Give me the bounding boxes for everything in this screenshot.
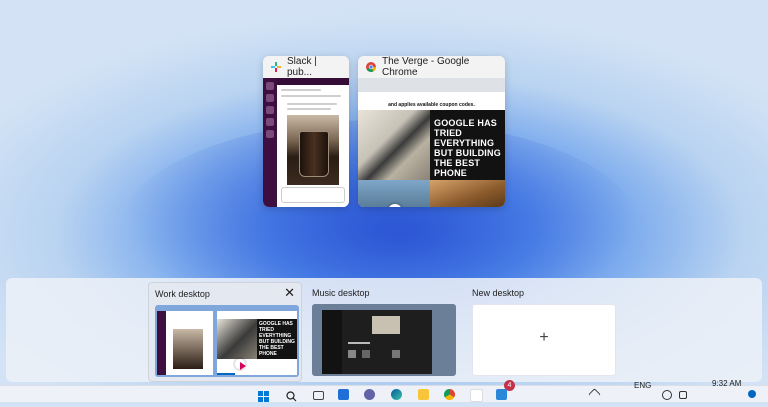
- desktop-label: New desktop: [472, 288, 525, 298]
- slack-window-titlebar: Slack | pub...: [263, 56, 349, 78]
- chrome-window-preview: and applies available coupon codes. GOOG…: [358, 78, 505, 207]
- slack-icon: [271, 62, 281, 72]
- verge-headline: GOOGLE HAS TRIED EVERYTHING BUT BUILDING…: [434, 118, 501, 178]
- app-icon[interactable]: [496, 389, 507, 400]
- plus-icon: +: [539, 329, 549, 346]
- taskbar: 4 ENG 9:32 AM: [0, 379, 768, 402]
- video-thumbnail: [358, 180, 430, 207]
- slack-workspace-sidebar: [263, 78, 277, 207]
- desktop-label: Music desktop: [312, 288, 370, 298]
- play-icon: [235, 359, 246, 370]
- chrome-tab-strip: [358, 78, 505, 92]
- chrome-icon: [366, 62, 376, 72]
- wifi-icon[interactable]: [662, 390, 672, 400]
- desktop-music-preview: [312, 304, 456, 376]
- verge-headline-block: GOOGLE HAS TRIED EVERYTHING BUT BUILDING…: [430, 110, 505, 180]
- edge-icon[interactable]: [391, 389, 402, 400]
- virtual-desktops-strip: Work desktop ✕ GOOGLE HAS TRIED EVERYTHI…: [6, 278, 762, 382]
- notification-center-icon[interactable]: [748, 390, 756, 398]
- task-view-icon[interactable]: [313, 391, 324, 400]
- clock-time[interactable]: 9:32 AM: [712, 379, 741, 388]
- widgets-icon[interactable]: [338, 389, 349, 400]
- desktop-work[interactable]: Work desktop ✕ GOOGLE HAS TRIED EVERYTHI…: [148, 282, 302, 382]
- windows-start-icon[interactable]: [258, 389, 269, 402]
- volume-icon[interactable]: [679, 391, 687, 399]
- slack-window-preview: [263, 78, 349, 207]
- french-press-image: [299, 131, 329, 177]
- chrome-icon[interactable]: [444, 389, 455, 400]
- teams-icon[interactable]: [364, 389, 375, 400]
- file-explorer-icon[interactable]: [418, 389, 429, 400]
- slack-channel: [277, 85, 349, 207]
- chevron-up-icon[interactable]: [588, 388, 601, 401]
- slack-window-title: Slack | pub...: [287, 56, 317, 78]
- new-desktop-button[interactable]: +: [472, 304, 616, 376]
- desktop-music[interactable]: Music desktop: [306, 282, 458, 380]
- slack-message-input: [281, 187, 345, 203]
- slack-icon[interactable]: [470, 389, 483, 402]
- desktop-work-headline: GOOGLE HAS TRIED EVERYTHING BUT BUILDING…: [257, 319, 297, 359]
- chrome-window[interactable]: The Verge - Google Chrome and applies av…: [358, 56, 505, 207]
- slack-top-bar: [277, 78, 349, 85]
- language-indicator[interactable]: ENG: [634, 381, 651, 390]
- search-icon[interactable]: [286, 389, 297, 402]
- desktop-label: Work desktop: [155, 289, 210, 299]
- desktop-work-preview: GOOGLE HAS TRIED EVERYTHING BUT BUILDING…: [155, 305, 299, 377]
- chrome-window-title: The Verge - Google Chrome: [382, 56, 470, 78]
- desktop-new[interactable]: New desktop +: [466, 282, 618, 380]
- chrome-window-titlebar: The Verge - Google Chrome: [358, 56, 505, 78]
- close-icon[interactable]: ✕: [284, 286, 295, 299]
- slack-window[interactable]: Slack | pub...: [263, 56, 349, 207]
- verge-ad-banner: and applies available coupon codes.: [358, 100, 505, 110]
- bikes-photo: [430, 180, 505, 207]
- phones-photo: [358, 110, 430, 180]
